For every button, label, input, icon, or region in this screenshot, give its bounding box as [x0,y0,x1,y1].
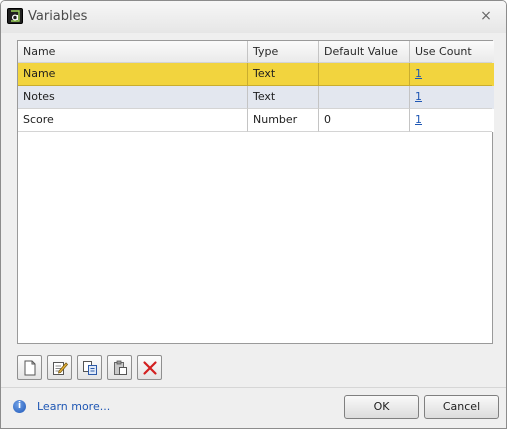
learn-more-link[interactable]: Learn more... [37,400,110,413]
close-icon: × [480,8,492,24]
cell-default-value[interactable] [319,86,410,109]
delete-icon [142,360,157,375]
cell-use-count: 1 [410,109,492,132]
copy-variable-button[interactable] [77,355,102,380]
window-title: Variables [28,9,88,24]
ok-button[interactable]: OK [344,395,419,419]
cell-use-count: 1 [410,63,492,86]
variables-dialog: Variables × Name Type Default Value Use … [0,0,507,429]
use-count-link[interactable]: 1 [415,90,422,103]
use-count-link[interactable]: 1 [415,113,422,126]
cell-type[interactable]: Text [248,86,319,109]
title-bar: Variables × [1,1,506,33]
new-icon [24,360,35,375]
cell-type[interactable]: Number [248,109,319,132]
column-header-type[interactable]: Type [248,41,319,63]
cancel-button[interactable]: Cancel [424,395,499,419]
column-header-use-count[interactable]: Use Count [410,41,492,63]
cell-name[interactable]: Score [18,109,248,132]
new-variable-button[interactable] [17,355,42,380]
table-row[interactable]: Name Text 1 [18,63,494,86]
footer-divider [1,387,506,388]
table-row[interactable]: Score Number 0 1 [18,109,494,132]
paste-variable-button[interactable] [107,355,132,380]
column-header-name[interactable]: Name [18,41,248,63]
use-count-link[interactable]: 1 [415,67,422,80]
cell-name[interactable]: Name [18,63,248,86]
delete-variable-button[interactable] [137,355,162,380]
variables-toolbar [17,355,167,381]
paste-icon [113,360,127,375]
table-header: Name Type Default Value Use Count [18,41,494,63]
cell-name[interactable]: Notes [18,86,248,109]
edit-icon [52,361,68,375]
cell-default-value[interactable] [319,63,410,86]
cell-use-count: 1 [410,86,492,109]
table-row[interactable]: Notes Text 1 [18,86,494,109]
cell-default-value[interactable]: 0 [319,109,410,132]
column-header-default-value[interactable]: Default Value [319,41,410,63]
cell-type[interactable]: Text [248,63,319,86]
variables-table[interactable]: Name Type Default Value Use Count Name T… [17,40,494,344]
edit-variable-button[interactable] [47,355,72,380]
copy-icon [82,360,97,375]
info-icon: i [13,400,26,413]
app-logo-icon [7,8,23,24]
close-button[interactable]: × [478,8,494,24]
